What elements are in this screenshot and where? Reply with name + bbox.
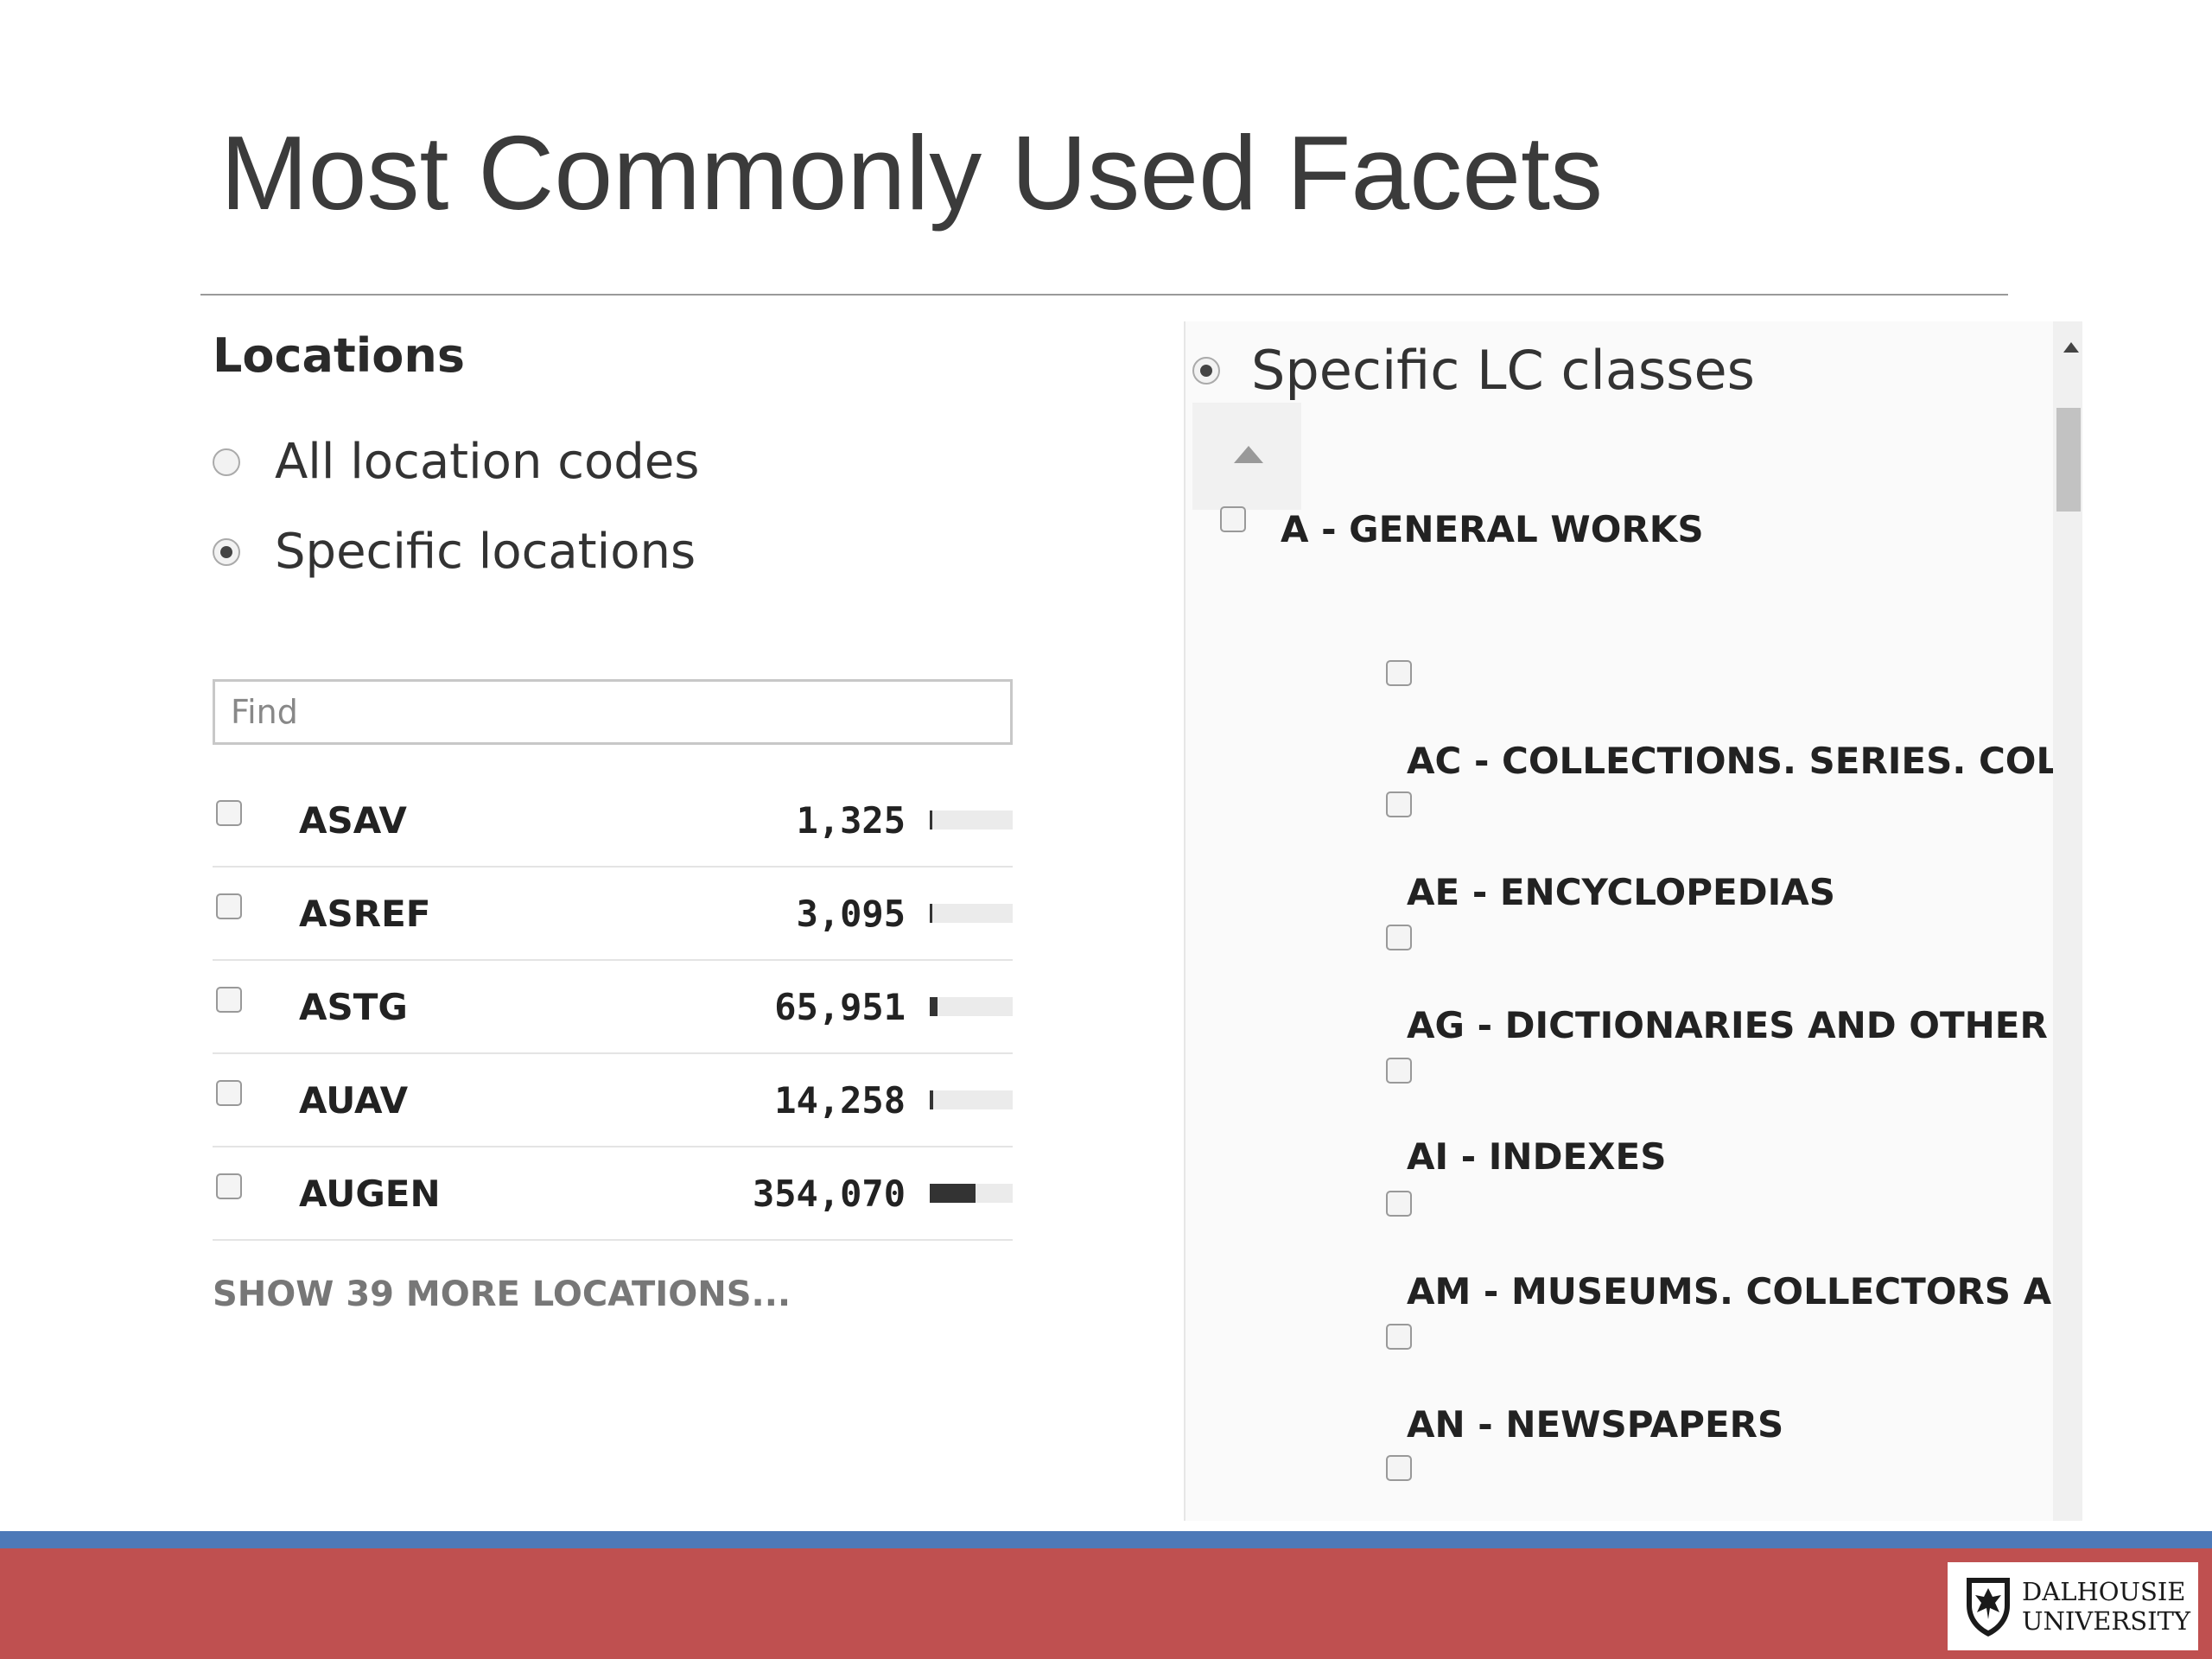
- lc-subclass-checkbox[interactable]: [1386, 1191, 1412, 1217]
- lc-subclass-checkbox[interactable]: [1386, 925, 1412, 950]
- radio-specific-lc-classes[interactable]: Specific LC classes: [1192, 339, 1755, 402]
- location-code[interactable]: ASAV: [299, 799, 407, 842]
- logo-wordmark: DALHOUSIE UNIVERSITY: [2022, 1577, 2190, 1636]
- lc-subclass-checkbox[interactable]: [1386, 1455, 1412, 1481]
- location-row[interactable]: AUGEN 354,070: [213, 1147, 1013, 1241]
- location-code[interactable]: AUGEN: [299, 1173, 441, 1215]
- location-checkbox[interactable]: [216, 893, 242, 919]
- show-more-locations-link[interactable]: SHOW 39 MORE LOCATIONS...: [213, 1274, 791, 1314]
- lc-subclass-label[interactable]: AG - DICTIONARIES AND OTHER G...: [1407, 1004, 2082, 1046]
- lc-subclass-checkbox[interactable]: [1386, 1324, 1412, 1350]
- count-bar-fill: [930, 810, 932, 830]
- lc-classes-title: Specific LC classes: [1251, 339, 1755, 402]
- count-bar: [930, 810, 1013, 830]
- scroll-up-arrow-icon[interactable]: [2063, 342, 2079, 353]
- location-code[interactable]: AUAV: [299, 1079, 408, 1122]
- location-count: 354,070: [752, 1172, 906, 1215]
- location-checkbox[interactable]: [216, 800, 242, 826]
- scroll-thumb[interactable]: [2056, 408, 2081, 512]
- slide-title: Most Commonly Used Facets: [220, 114, 1603, 232]
- count-bar-fill: [930, 997, 938, 1016]
- lc-class-label[interactable]: A - GENERAL WORKS: [1281, 508, 1704, 550]
- dalhousie-logo: DALHOUSIE UNIVERSITY: [1948, 1562, 2198, 1650]
- radio-specific-locations[interactable]: Specific locations: [213, 524, 696, 580]
- radio-all-location-codes[interactable]: All location codes: [213, 434, 699, 490]
- lc-class-checkbox[interactable]: [1220, 506, 1246, 532]
- lc-subclass-checkbox[interactable]: [1386, 1058, 1412, 1084]
- count-bar-fill: [930, 1184, 976, 1203]
- location-list: ASAV 1,325 ASREF 3,095 ASTG 65,951 AUAV …: [213, 774, 1013, 1241]
- count-bar: [930, 1090, 1013, 1109]
- lc-subclass-label[interactable]: AC - COLLECTIONS. SERIES. COLL...: [1407, 740, 2082, 782]
- lc-subclass-checkbox[interactable]: [1386, 660, 1412, 686]
- location-checkbox[interactable]: [216, 987, 242, 1013]
- logo-line-1: DALHOUSIE: [2022, 1577, 2186, 1606]
- radio-label: All location codes: [275, 434, 700, 490]
- radio-unchecked-icon[interactable]: [213, 448, 240, 476]
- logo-line-2: UNIVERSITY: [2022, 1606, 2191, 1636]
- location-checkbox[interactable]: [216, 1173, 242, 1199]
- radio-checked-icon[interactable]: [1192, 356, 1220, 385]
- count-bar: [930, 904, 1013, 923]
- lc-subclass-label[interactable]: AM - MUSEUMS. COLLECTORS AN...: [1407, 1270, 2082, 1313]
- count-bar-fill: [930, 904, 932, 923]
- triangle-up-icon: [1234, 446, 1263, 463]
- location-find-input[interactable]: [213, 679, 1013, 745]
- lc-subclass-label[interactable]: AN - NEWSPAPERS: [1407, 1403, 1783, 1446]
- lc-subclass-label[interactable]: AI - INDEXES: [1407, 1135, 1666, 1178]
- count-bar: [930, 997, 1013, 1016]
- location-count: 3,095: [796, 892, 906, 935]
- location-row[interactable]: ASTG 65,951: [213, 961, 1013, 1054]
- lc-subclass-checkbox[interactable]: [1386, 791, 1412, 817]
- location-code[interactable]: ASREF: [299, 893, 430, 935]
- lc-scrollbar[interactable]: [2053, 321, 2082, 1521]
- lc-subclass-label[interactable]: AE - ENCYCLOPEDIAS: [1407, 871, 1835, 913]
- location-row[interactable]: AUAV 14,258: [213, 1054, 1013, 1147]
- count-bar-fill: [930, 1090, 933, 1109]
- count-bar: [930, 1184, 1013, 1203]
- title-divider: [200, 294, 2008, 296]
- location-row[interactable]: ASAV 1,325: [213, 774, 1013, 868]
- location-count: 65,951: [774, 985, 906, 1028]
- lc-classes-panel: Specific LC classes A - GENERAL WORKS AC…: [1184, 321, 2082, 1521]
- location-count: 14,258: [774, 1078, 906, 1122]
- locations-heading: Locations: [213, 328, 465, 383]
- radio-label: Specific locations: [275, 524, 696, 580]
- location-checkbox[interactable]: [216, 1080, 242, 1106]
- location-code[interactable]: ASTG: [299, 986, 408, 1028]
- footer-accent-bar: [0, 1531, 2212, 1548]
- footer-bar: [0, 1548, 2212, 1659]
- radio-checked-icon[interactable]: [213, 537, 240, 566]
- crest-icon: [1967, 1578, 2010, 1637]
- collapse-button[interactable]: [1192, 403, 1301, 510]
- location-row[interactable]: ASREF 3,095: [213, 868, 1013, 961]
- location-count: 1,325: [796, 798, 906, 842]
